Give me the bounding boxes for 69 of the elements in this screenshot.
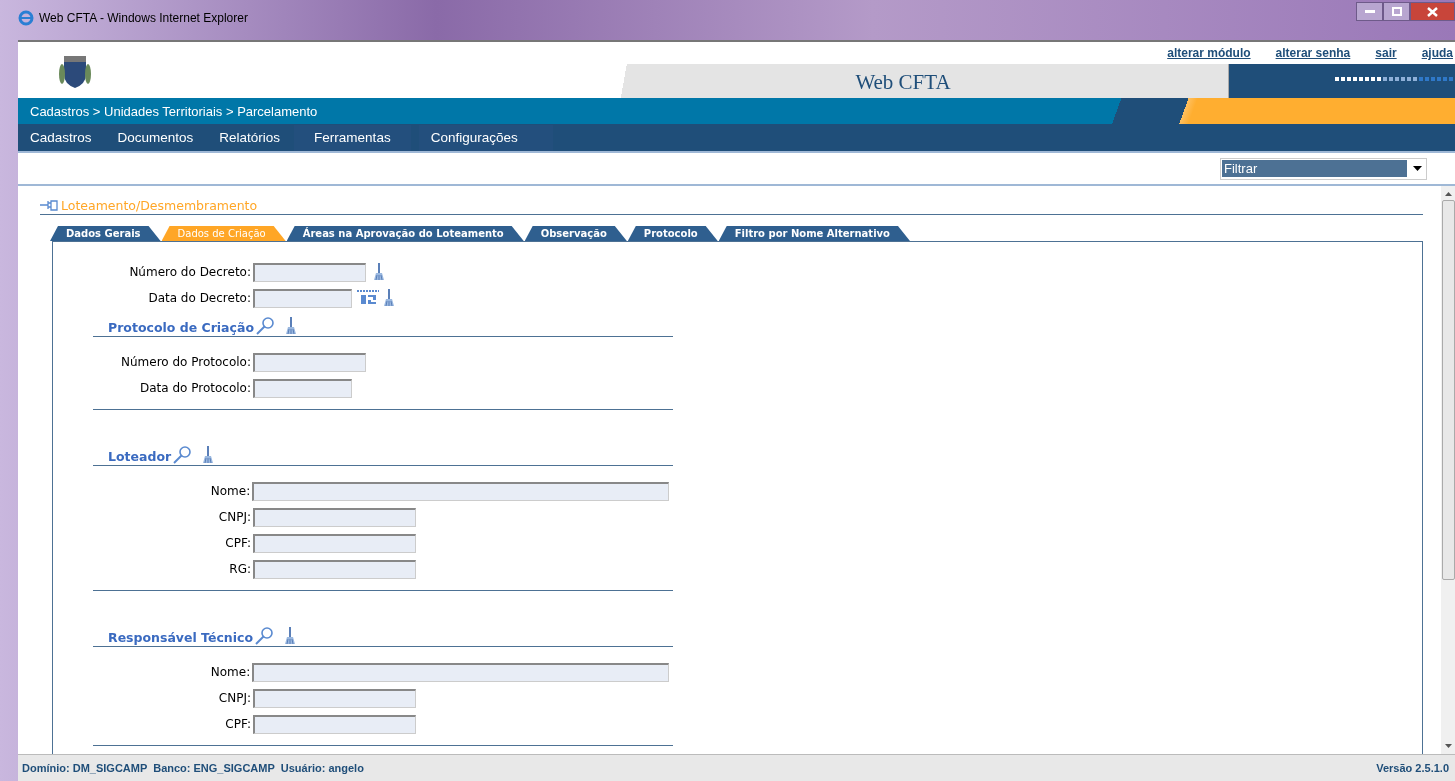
scroll-down-icon[interactable] (1444, 744, 1452, 748)
window-title: Web CFTA - Windows Internet Explorer (39, 11, 248, 25)
maximize-button[interactable] (1383, 2, 1410, 21)
field-label: Nome: (209, 484, 252, 498)
session-info: Domínio: DM_SIGCAMP Banco: ENG_SIGCAMP Usuário: angelo (22, 762, 364, 774)
menu-item[interactable]: Configurações (418, 124, 553, 151)
input-field[interactable] (253, 378, 352, 398)
input-field[interactable] (253, 714, 416, 734)
field-label: CNPJ: (217, 691, 252, 705)
breadcrumb: Cadastros > Unidades Territoriais > Parcelamento (30, 103, 318, 119)
section-title: Responsável Técnico (108, 630, 254, 645)
field-label: Número do Decreto: (128, 265, 252, 279)
section-title: Loteador (108, 449, 172, 464)
field-label: Data do Protocolo: (139, 381, 252, 395)
coat-of-arms-icon (58, 54, 92, 90)
header-link[interactable]: ajuda (1421, 46, 1453, 61)
menu-item[interactable]: Documentos (105, 124, 200, 151)
input-field[interactable] (253, 533, 416, 553)
input-field[interactable] (253, 507, 416, 527)
broom-icon[interactable] (203, 446, 214, 464)
tab[interactable]: Áreas na Aprovação do Loteamento (286, 226, 524, 241)
filter-dropdown[interactable]: Filtrar (1220, 157, 1427, 180)
tab[interactable]: Dados Gerais (50, 226, 161, 241)
tab[interactable]: Filtro por Nome Alternativo (718, 226, 910, 241)
field-label: Data do Decreto: (147, 291, 252, 305)
close-icon (1427, 6, 1438, 17)
section-title: Protocolo de Criação (108, 320, 254, 335)
header-link[interactable]: alterar senha (1275, 46, 1351, 61)
tab[interactable]: Protocolo (627, 226, 718, 241)
minimize-button[interactable] (1356, 2, 1383, 21)
menu-item[interactable]: Relatórios (207, 124, 287, 151)
field-label: RG: (228, 562, 252, 576)
app-title: Web CFTA (855, 69, 951, 95)
search-icon[interactable] (255, 627, 274, 645)
input-field[interactable] (253, 559, 416, 579)
field-label: Número do Protocolo: (120, 355, 252, 369)
broom-icon[interactable] (374, 263, 384, 281)
broom-icon[interactable] (285, 627, 296, 645)
minimize-icon (1364, 9, 1375, 14)
field-label: Nome: (209, 665, 252, 679)
input-field[interactable] (253, 688, 416, 708)
menu-item[interactable]: Ferramentas (294, 124, 411, 151)
page-title: Loteamento/Desmembramento (61, 198, 258, 213)
header-link[interactable]: sair (1375, 46, 1397, 61)
maximize-icon (1391, 7, 1402, 16)
input-field[interactable] (252, 481, 669, 501)
dropdown-arrow-icon (1413, 166, 1422, 171)
field-label: CPF: (224, 536, 252, 550)
tab[interactable]: Observação (524, 226, 627, 241)
menu-item[interactable]: Cadastros (18, 124, 98, 151)
input-field[interactable] (253, 288, 352, 308)
close-button[interactable] (1410, 2, 1455, 21)
calendar-icon[interactable] (356, 290, 380, 306)
scrollbar-thumb[interactable] (1441, 200, 1455, 580)
broom-icon[interactable] (285, 317, 296, 335)
search-icon[interactable] (173, 446, 192, 464)
broom-icon[interactable] (384, 289, 394, 307)
version-label: Versão 2.5.1.0 (1376, 762, 1449, 774)
header-link[interactable]: alterar módulo (1167, 46, 1251, 61)
field-label: CNPJ: (217, 510, 252, 524)
browser-logo-icon (18, 10, 34, 26)
scroll-up-icon[interactable] (1444, 192, 1452, 196)
field-label: CPF: (224, 717, 252, 731)
input-field[interactable] (253, 352, 366, 372)
input-field[interactable] (253, 262, 366, 282)
pin-icon (40, 200, 58, 211)
vertical-scrollbar[interactable] (1441, 186, 1455, 754)
search-icon[interactable] (255, 317, 274, 335)
input-field[interactable] (252, 662, 669, 682)
